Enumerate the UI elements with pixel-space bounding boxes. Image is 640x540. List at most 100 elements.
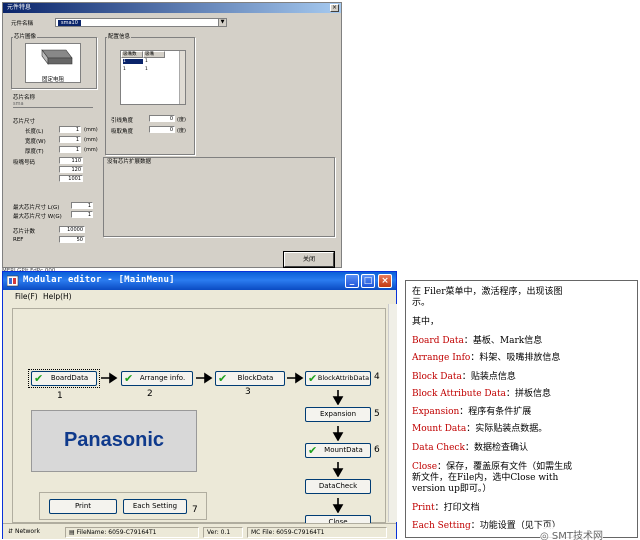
file-icon: ▤ [69,529,75,536]
pickup-angle-field[interactable]: 0 [149,126,175,133]
step-number: 6 [374,445,380,455]
maximize-icon[interactable]: □ [361,274,375,288]
block-data-button[interactable]: ✔ BlockData [215,371,285,386]
note-item: Arrange Info：料架、吸嘴排放信息 [412,353,561,363]
network-icon: ⇵ [8,528,14,535]
thickness-label: 厚度(T) [25,149,44,155]
table-cell[interactable]: 1 [123,67,126,72]
menu-bar: File(F) Help(H) [3,290,396,303]
check-icon: ✔ [308,372,318,385]
chevron-down-icon[interactable]: ▼ [218,19,226,26]
nozzle-label: 吸嘴号码 [13,160,36,166]
nozzle-field[interactable]: 110 [59,157,83,164]
data-check-button[interactable]: DataCheck [305,479,371,494]
chip-image-preview: 固定电阻 [25,43,81,83]
note-close: Close：保存，覆盖原有文件（如需生成 [412,462,573,472]
step-number: 2 [147,389,153,399]
arrow-right-icon [196,372,213,384]
length-field[interactable]: 1 [59,126,81,133]
lead-angle-unit: (度) [177,117,186,123]
expansion-button[interactable]: Expansion [305,407,371,422]
parts-info-dialog: 元件特息 × 元件名稱 sma10 ▼ 芯片圖像 固定电阻 配置信息 吸嘴数 吸… [2,2,342,268]
pickup-angle-unit: (度) [177,128,186,134]
arrange-info-label: Arrange info. [139,374,186,382]
step-number: 1 [57,391,63,401]
lead-angle-field[interactable]: 0 [149,115,175,122]
board-data-label: BoardData [50,374,89,382]
status-version: Ver: 0.1 [203,527,243,538]
extension-label: 没有芯片扩展数据 [107,159,152,165]
note-item: Board Data：基板、Mark信息 [412,336,543,346]
status-mc-file: MC File: 6059-C79164T1 [247,527,387,538]
chip-count-label: 芯片计数 [13,229,36,235]
arrow-right-icon [287,372,304,384]
intro-text: 示。 [412,298,431,308]
close-icon[interactable]: × [378,274,392,288]
status-network: ⇵ Network [8,528,41,535]
mount-data-label: MountData [324,446,363,454]
width-field[interactable]: 1 [59,136,81,143]
block-attrib-data-label: BlockAttribData [317,374,370,382]
watermark: ◎ SMT技术网 [540,527,604,540]
table-cell[interactable]: 1 [123,59,143,64]
part-name-label: 元件名稱 [11,21,34,27]
table-scrollbar[interactable] [179,51,185,104]
max-size-l-field[interactable]: 1 [71,202,93,209]
chip-size-label: 芯片尺寸 [13,119,36,125]
table-cell[interactable]: 1 [145,67,148,72]
window-title: Modular editor - [MainMenu] [23,275,175,285]
among-text: 其中， [412,317,440,327]
width-unit: (mm) [84,137,98,143]
block-attrib-data-button[interactable]: ✔ BlockAttribData [305,371,371,386]
pickup-config-label: 配置信息 [107,32,132,40]
table-header: 吸嘴数 [121,51,143,58]
menu-file[interactable]: File(F) [15,292,38,301]
chip-image-caption: 固定电阻 [42,77,65,83]
each-setting-button[interactable]: Each Setting [123,499,187,514]
app-icon [7,275,19,287]
dialog-close-icon[interactable]: × [330,4,339,12]
step-number: 3 [245,387,251,397]
chip-name-field[interactable]: sma [13,101,93,108]
table-cell[interactable]: 1 [145,59,148,64]
width-label: 宽度(W) [25,139,46,145]
main-menu-panel: ✔ BoardData ✔ Arrange info. ✔ BlockData … [12,308,386,530]
note-item: Expansion：程序有条件扩展 [412,407,532,417]
dialog-close-button[interactable]: 关闭 [283,251,335,268]
panasonic-logo-panel: Panasonic [31,410,197,472]
board-data-button[interactable]: ✔ BoardData [31,371,97,386]
window-title-bar[interactable]: Modular editor - [MainMenu] _ □ × [3,272,396,290]
status-bar: ⇵ Network ▤ FileName: 6059-C79164T1 Ver:… [3,523,396,539]
vertical-scrollbar[interactable] [388,304,397,522]
thickness-field[interactable]: 1 [59,146,81,153]
mount-data-button[interactable]: ✔ MountData [305,443,371,458]
chip-resistor-icon [41,49,73,65]
menu-help[interactable]: Help(H) [43,292,72,301]
chip-count-field[interactable]: 10000 [59,226,85,233]
dialog-title-bar: 元件特息 × [3,3,341,13]
nozzle-field[interactable]: 120 [59,166,83,173]
check-icon: ✔ [34,372,44,385]
arrange-info-button[interactable]: ✔ Arrange info. [121,371,193,386]
arrow-down-icon [332,498,344,513]
note-close: 新文件，在File内，选中Close with [412,473,559,483]
max-size-w-field[interactable]: 1 [71,211,93,218]
minimize-icon[interactable]: _ [345,274,359,288]
lead-angle-label: 引线角度 [111,118,134,124]
ref-field[interactable]: 50 [59,236,85,243]
nozzle-field[interactable]: 1001 [59,175,83,182]
max-size-w-label: 最大芯片尺寸 W(G) [13,214,62,220]
note-item: Data Check：数据检查确认 [412,443,528,453]
pickup-angle-label: 吸取角度 [111,129,134,135]
wechat-icon: ◎ [540,531,549,540]
arrow-down-icon [332,390,344,405]
note-close: version up即可。） [412,484,492,494]
step-number: 4 [374,372,380,382]
ref-label: REF [13,237,24,243]
note-item: Block Data：贴装点信息 [412,372,516,382]
print-button[interactable]: Print [49,499,117,514]
dialog-title: 元件特息 [7,4,32,11]
part-name-combobox[interactable]: sma10 ▼ [55,18,227,27]
thickness-unit: (mm) [84,147,98,153]
modular-editor-window: Modular editor - [MainMenu] _ □ × File(F… [2,271,397,539]
